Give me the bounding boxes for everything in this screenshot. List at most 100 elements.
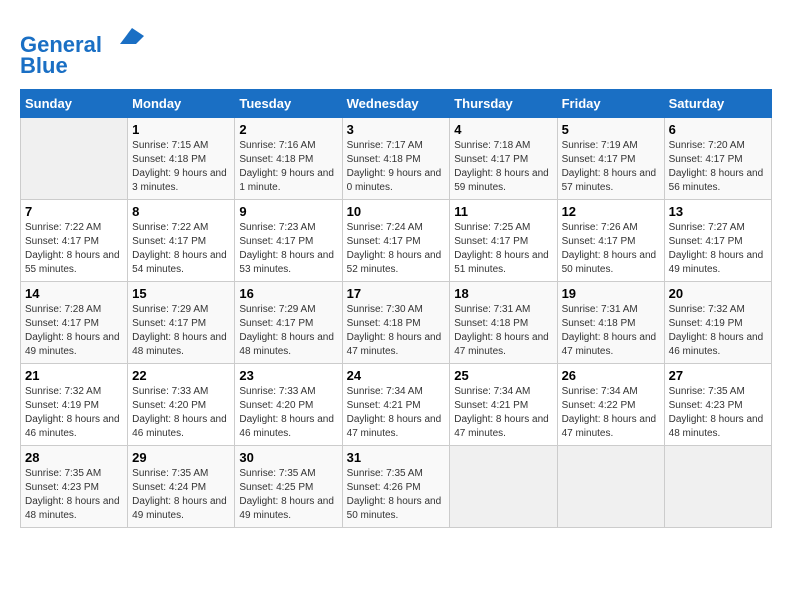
calendar-cell: 4 Sunrise: 7:18 AM Sunset: 4:17 PM Dayli… [450, 118, 557, 200]
day-number: 12 [562, 204, 660, 219]
calendar-cell [557, 446, 664, 528]
weekday-header-friday: Friday [557, 90, 664, 118]
day-info: Sunrise: 7:17 AM Sunset: 4:18 PM Dayligh… [347, 139, 446, 195]
calendar-cell: 1 Sunrise: 7:15 AM Sunset: 4:18 PM Dayli… [128, 118, 235, 200]
day-number: 24 [347, 368, 446, 383]
logo-icon [112, 20, 144, 52]
logo: General Blue [20, 20, 144, 79]
weekday-header-thursday: Thursday [450, 90, 557, 118]
day-info: Sunrise: 7:29 AM Sunset: 4:17 PM Dayligh… [132, 303, 230, 359]
calendar-table: SundayMondayTuesdayWednesdayThursdayFrid… [20, 89, 772, 528]
weekday-header-monday: Monday [128, 90, 235, 118]
day-number: 20 [669, 286, 767, 301]
week-row-1: 1 Sunrise: 7:15 AM Sunset: 4:18 PM Dayli… [21, 118, 772, 200]
day-info: Sunrise: 7:32 AM Sunset: 4:19 PM Dayligh… [25, 385, 123, 441]
logo-blue: Blue [20, 53, 144, 79]
day-number: 23 [239, 368, 337, 383]
calendar-cell: 15 Sunrise: 7:29 AM Sunset: 4:17 PM Dayl… [128, 282, 235, 364]
day-number: 11 [454, 204, 552, 219]
day-info: Sunrise: 7:35 AM Sunset: 4:23 PM Dayligh… [25, 467, 123, 523]
day-info: Sunrise: 7:35 AM Sunset: 4:23 PM Dayligh… [669, 385, 767, 441]
calendar-cell: 30 Sunrise: 7:35 AM Sunset: 4:25 PM Dayl… [235, 446, 342, 528]
day-info: Sunrise: 7:34 AM Sunset: 4:21 PM Dayligh… [454, 385, 552, 441]
calendar-cell: 18 Sunrise: 7:31 AM Sunset: 4:18 PM Dayl… [450, 282, 557, 364]
day-number: 27 [669, 368, 767, 383]
day-number: 1 [132, 122, 230, 137]
calendar-cell: 8 Sunrise: 7:22 AM Sunset: 4:17 PM Dayli… [128, 200, 235, 282]
weekday-header-wednesday: Wednesday [342, 90, 450, 118]
day-info: Sunrise: 7:34 AM Sunset: 4:22 PM Dayligh… [562, 385, 660, 441]
calendar-cell: 2 Sunrise: 7:16 AM Sunset: 4:18 PM Dayli… [235, 118, 342, 200]
day-number: 8 [132, 204, 230, 219]
day-info: Sunrise: 7:22 AM Sunset: 4:17 PM Dayligh… [132, 221, 230, 277]
day-info: Sunrise: 7:20 AM Sunset: 4:17 PM Dayligh… [669, 139, 767, 195]
page-header: General Blue [20, 20, 772, 79]
weekday-header-saturday: Saturday [664, 90, 771, 118]
calendar-cell: 20 Sunrise: 7:32 AM Sunset: 4:19 PM Dayl… [664, 282, 771, 364]
day-info: Sunrise: 7:25 AM Sunset: 4:17 PM Dayligh… [454, 221, 552, 277]
day-info: Sunrise: 7:18 AM Sunset: 4:17 PM Dayligh… [454, 139, 552, 195]
day-number: 14 [25, 286, 123, 301]
day-number: 19 [562, 286, 660, 301]
weekday-header-row: SundayMondayTuesdayWednesdayThursdayFrid… [21, 90, 772, 118]
calendar-cell: 14 Sunrise: 7:28 AM Sunset: 4:17 PM Dayl… [21, 282, 128, 364]
day-info: Sunrise: 7:31 AM Sunset: 4:18 PM Dayligh… [562, 303, 660, 359]
day-number: 6 [669, 122, 767, 137]
calendar-cell: 21 Sunrise: 7:32 AM Sunset: 4:19 PM Dayl… [21, 364, 128, 446]
day-number: 18 [454, 286, 552, 301]
day-number: 15 [132, 286, 230, 301]
day-info: Sunrise: 7:33 AM Sunset: 4:20 PM Dayligh… [239, 385, 337, 441]
calendar-cell: 16 Sunrise: 7:29 AM Sunset: 4:17 PM Dayl… [235, 282, 342, 364]
week-row-3: 14 Sunrise: 7:28 AM Sunset: 4:17 PM Dayl… [21, 282, 772, 364]
calendar-cell: 12 Sunrise: 7:26 AM Sunset: 4:17 PM Dayl… [557, 200, 664, 282]
calendar-cell: 10 Sunrise: 7:24 AM Sunset: 4:17 PM Dayl… [342, 200, 450, 282]
day-number: 21 [25, 368, 123, 383]
calendar-cell: 11 Sunrise: 7:25 AM Sunset: 4:17 PM Dayl… [450, 200, 557, 282]
day-number: 16 [239, 286, 337, 301]
day-number: 10 [347, 204, 446, 219]
calendar-cell: 7 Sunrise: 7:22 AM Sunset: 4:17 PM Dayli… [21, 200, 128, 282]
day-number: 13 [669, 204, 767, 219]
day-info: Sunrise: 7:35 AM Sunset: 4:25 PM Dayligh… [239, 467, 337, 523]
weekday-header-sunday: Sunday [21, 90, 128, 118]
day-info: Sunrise: 7:31 AM Sunset: 4:18 PM Dayligh… [454, 303, 552, 359]
day-info: Sunrise: 7:35 AM Sunset: 4:26 PM Dayligh… [347, 467, 446, 523]
calendar-cell [664, 446, 771, 528]
day-number: 22 [132, 368, 230, 383]
calendar-cell: 17 Sunrise: 7:30 AM Sunset: 4:18 PM Dayl… [342, 282, 450, 364]
day-number: 9 [239, 204, 337, 219]
calendar-cell [21, 118, 128, 200]
calendar-cell: 29 Sunrise: 7:35 AM Sunset: 4:24 PM Dayl… [128, 446, 235, 528]
day-number: 2 [239, 122, 337, 137]
day-number: 31 [347, 450, 446, 465]
calendar-cell: 25 Sunrise: 7:34 AM Sunset: 4:21 PM Dayl… [450, 364, 557, 446]
calendar-cell: 23 Sunrise: 7:33 AM Sunset: 4:20 PM Dayl… [235, 364, 342, 446]
day-info: Sunrise: 7:34 AM Sunset: 4:21 PM Dayligh… [347, 385, 446, 441]
calendar-cell: 27 Sunrise: 7:35 AM Sunset: 4:23 PM Dayl… [664, 364, 771, 446]
day-number: 7 [25, 204, 123, 219]
day-info: Sunrise: 7:30 AM Sunset: 4:18 PM Dayligh… [347, 303, 446, 359]
day-info: Sunrise: 7:32 AM Sunset: 4:19 PM Dayligh… [669, 303, 767, 359]
calendar-cell [450, 446, 557, 528]
logo-text: General [20, 20, 144, 57]
calendar-cell: 24 Sunrise: 7:34 AM Sunset: 4:21 PM Dayl… [342, 364, 450, 446]
day-info: Sunrise: 7:16 AM Sunset: 4:18 PM Dayligh… [239, 139, 337, 195]
calendar-cell: 5 Sunrise: 7:19 AM Sunset: 4:17 PM Dayli… [557, 118, 664, 200]
day-info: Sunrise: 7:35 AM Sunset: 4:24 PM Dayligh… [132, 467, 230, 523]
day-info: Sunrise: 7:27 AM Sunset: 4:17 PM Dayligh… [669, 221, 767, 277]
calendar-cell: 9 Sunrise: 7:23 AM Sunset: 4:17 PM Dayli… [235, 200, 342, 282]
calendar-cell: 3 Sunrise: 7:17 AM Sunset: 4:18 PM Dayli… [342, 118, 450, 200]
day-number: 3 [347, 122, 446, 137]
day-info: Sunrise: 7:15 AM Sunset: 4:18 PM Dayligh… [132, 139, 230, 195]
day-number: 25 [454, 368, 552, 383]
day-info: Sunrise: 7:24 AM Sunset: 4:17 PM Dayligh… [347, 221, 446, 277]
calendar-cell: 13 Sunrise: 7:27 AM Sunset: 4:17 PM Dayl… [664, 200, 771, 282]
weekday-header-tuesday: Tuesday [235, 90, 342, 118]
day-info: Sunrise: 7:29 AM Sunset: 4:17 PM Dayligh… [239, 303, 337, 359]
day-info: Sunrise: 7:19 AM Sunset: 4:17 PM Dayligh… [562, 139, 660, 195]
day-info: Sunrise: 7:22 AM Sunset: 4:17 PM Dayligh… [25, 221, 123, 277]
day-number: 30 [239, 450, 337, 465]
calendar-cell: 19 Sunrise: 7:31 AM Sunset: 4:18 PM Dayl… [557, 282, 664, 364]
day-info: Sunrise: 7:23 AM Sunset: 4:17 PM Dayligh… [239, 221, 337, 277]
day-number: 26 [562, 368, 660, 383]
